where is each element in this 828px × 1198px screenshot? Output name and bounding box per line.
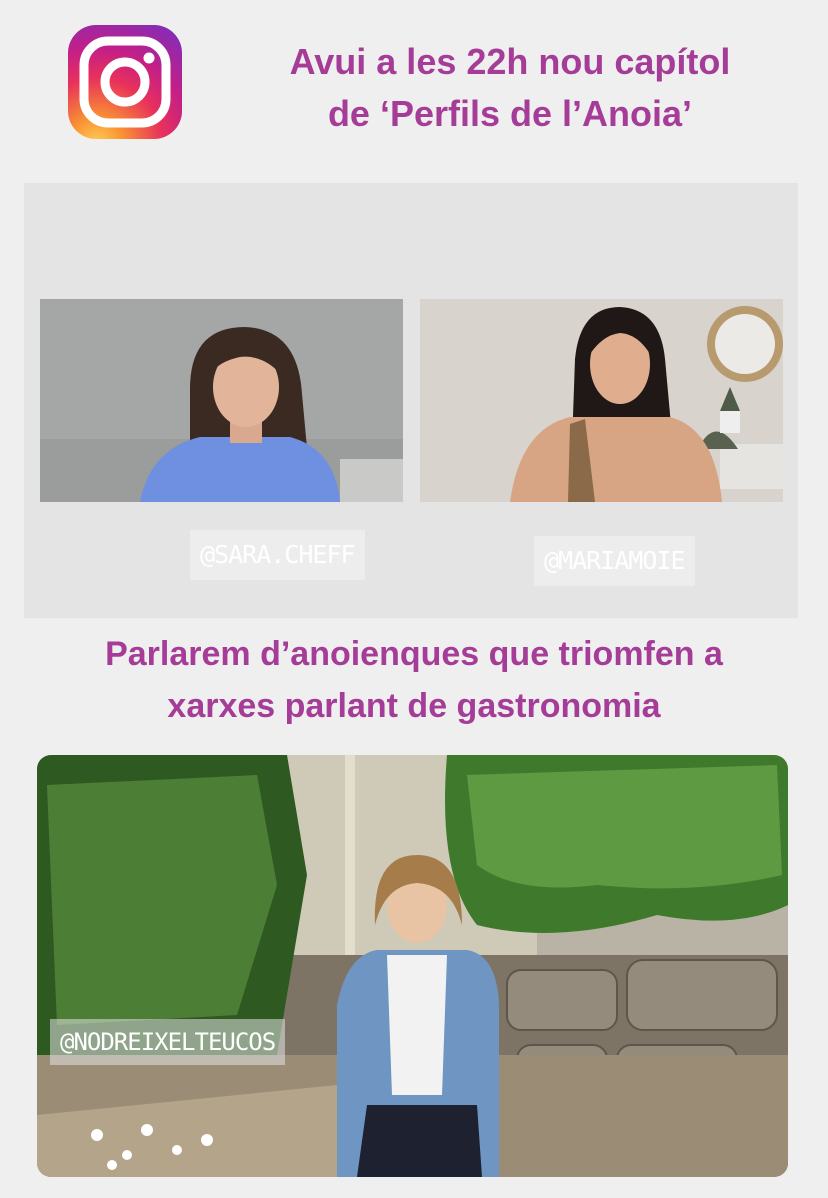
handle-nodreixelteucos[interactable]: @NODREIXELTEUCOS (50, 1019, 286, 1065)
instagram-icon (68, 25, 182, 139)
subheadline: Parlarem d’anoienques que triomfen a xar… (20, 628, 808, 732)
video-tile-sara (40, 299, 403, 502)
garden-photo (37, 755, 788, 1177)
handle-sara[interactable]: @SARA.CHEFF (190, 530, 365, 580)
handle-maria[interactable]: @MARIAMOIE (534, 536, 695, 586)
headline-line-1: Avui a les 22h nou capítol (289, 41, 731, 82)
subheadline-line-2: xarxes parlant de gastronomia (167, 687, 661, 725)
video-tile-maria (420, 299, 783, 502)
headline-line-2: de ‘Perfils de l’Anoia’ (327, 93, 693, 134)
subheadline-line-1: Parlarem d’anoienques que triomfen a (105, 635, 723, 673)
headline: Avui a les 22h nou capítol de ‘Perfils d… (200, 36, 820, 140)
